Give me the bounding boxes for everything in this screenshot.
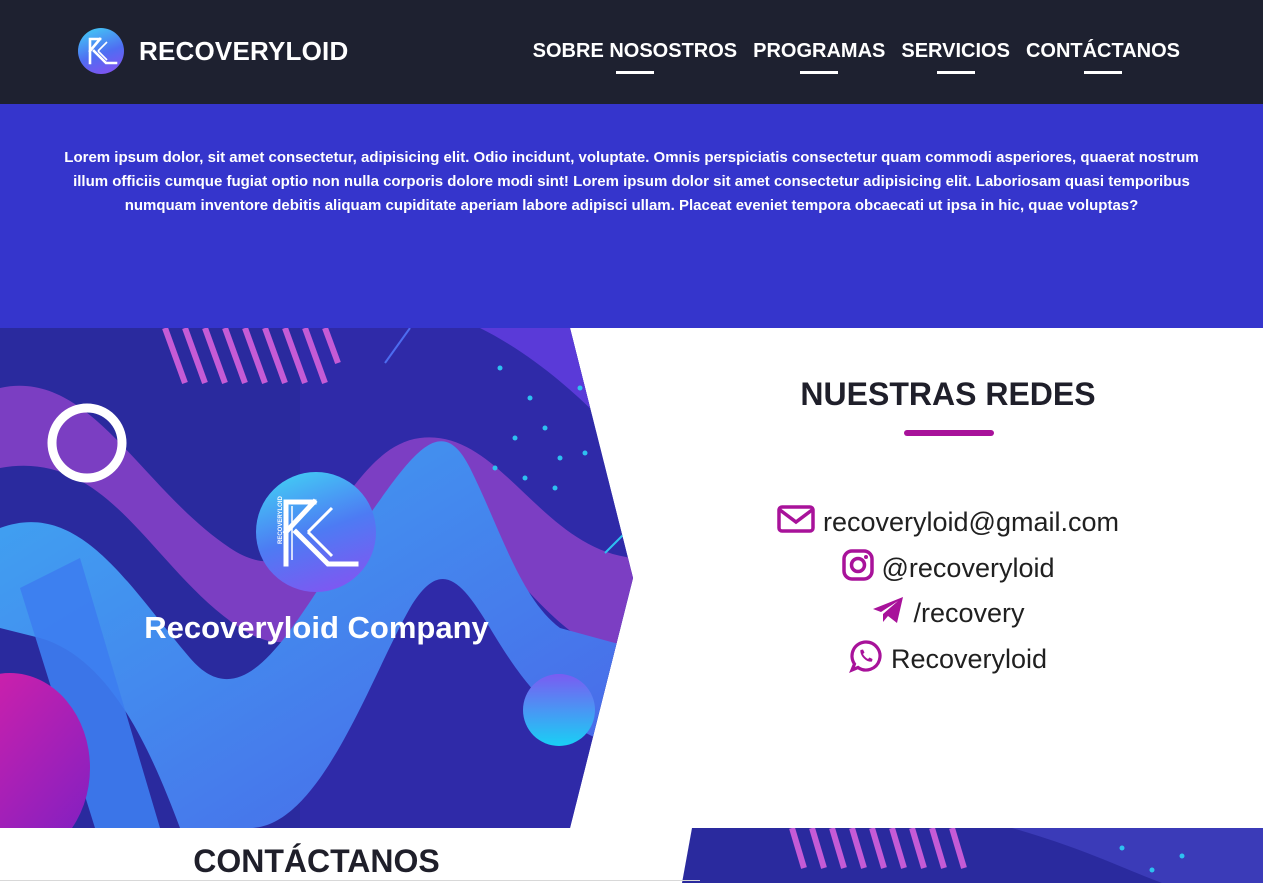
contact-whatsapp-text: Recoveryloid: [890, 643, 1048, 674]
contact-telegram[interactable]: /recovery: [633, 591, 1263, 637]
company-logo-text: RECOVERYLOID: [278, 496, 284, 544]
navbar: RECOVERYLOID SOBRE NOSOSTROS PROGRAMAS S…: [0, 0, 1263, 104]
instagram-icon: [841, 549, 874, 588]
hero-paragraph: Lorem ipsum dolor, sit amet consectetur,…: [64, 149, 1199, 214]
nav-item-servicios[interactable]: SERVICIOS: [901, 40, 1010, 73]
whatsapp-icon: [848, 639, 883, 680]
envelope-icon: [777, 504, 815, 541]
company-logo-icon: RECOVERYLOID: [256, 472, 376, 592]
contact-section-title: CONTÁCTANOS: [193, 843, 440, 879]
section-title: NUESTRAS REDES: [800, 376, 1096, 412]
contact-instagram[interactable]: @recoveryloid: [633, 546, 1263, 592]
brand[interactable]: RECOVERYLOID: [78, 28, 348, 74]
telegram-icon: [871, 595, 905, 632]
contact-art-panel: [682, 828, 1263, 883]
brand-name: RECOVERYLOID: [139, 35, 349, 66]
contact-email[interactable]: recoveryloid@gmail.com: [633, 500, 1263, 546]
nav-item-programas[interactable]: PROGRAMAS: [753, 40, 885, 73]
company-name: Recoveryloid Company: [144, 610, 489, 645]
hero-section: Lorem ipsum dolor, sit amet consectetur,…: [0, 104, 1263, 328]
brand-logo-icon: [78, 28, 124, 74]
contact-instagram-text: @recoveryloid: [881, 552, 1055, 583]
company-art-panel: RECOVERYLOID Recoveryloid Company: [0, 328, 633, 828]
main-nav: SOBRE NOSOSTROS PROGRAMAS SERVICIOS CONT…: [517, 40, 1180, 73]
divider: [0, 880, 700, 881]
nav-item-contactanos[interactable]: CONTÁCTANOS: [1026, 40, 1180, 73]
contact-email-text: recoveryloid@gmail.com: [823, 507, 1119, 538]
title-underline: [904, 430, 994, 436]
social-networks-section: NUESTRAS REDES recoveryloid@gmail.com @r…: [633, 328, 1263, 828]
contact-list: recoveryloid@gmail.com @recoveryloid /re…: [633, 500, 1263, 682]
contact-telegram-text: /recovery: [913, 598, 1025, 629]
contact-whatsapp[interactable]: Recoveryloid: [633, 637, 1263, 683]
nav-item-sobre-nosostros[interactable]: SOBRE NOSOSTROS: [533, 40, 737, 73]
